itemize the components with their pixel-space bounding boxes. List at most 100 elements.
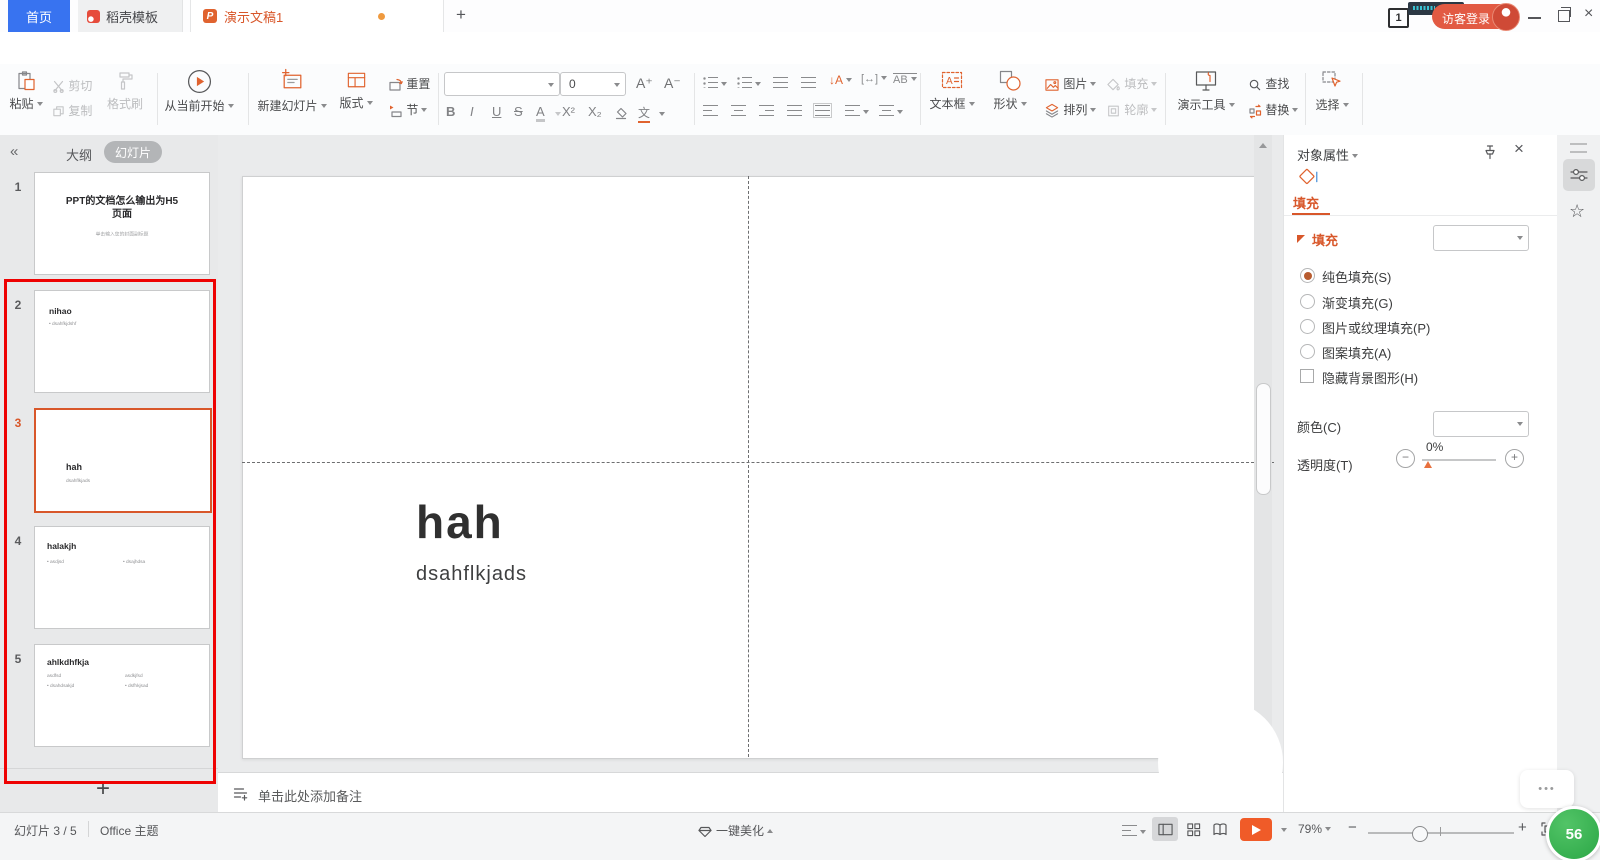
more-actions-card[interactable]: •••	[1520, 770, 1574, 808]
strikethrough-button[interactable]: S	[514, 104, 523, 119]
section-expand-icon[interactable]	[1297, 235, 1305, 243]
template-tab[interactable]: 稻壳模板	[78, 0, 183, 32]
copy-button[interactable]: 复制	[52, 102, 92, 119]
collapse-panel-button[interactable]: «	[10, 143, 18, 160]
panel-tab-fill[interactable]: 填充	[1293, 193, 1319, 212]
radio-gradient-fill[interactable]	[1300, 294, 1315, 309]
bold-button[interactable]: B	[446, 104, 455, 119]
zoom-in-button[interactable]: +	[1518, 819, 1527, 836]
find-button[interactable]: 查找	[1248, 75, 1289, 92]
decrease-indent-button[interactable]	[773, 75, 788, 93]
play-options-caret[interactable]	[1281, 828, 1287, 832]
slide-thumbnail-5[interactable]: ahlkdhfkja asdfsd • dsahdsakjd asdkjfsd …	[34, 644, 210, 747]
canvas-scrollbar-thumb[interactable]	[1256, 383, 1271, 495]
close-panel-icon[interactable]: ×	[1514, 139, 1524, 159]
layout-button[interactable]: 版式	[332, 70, 380, 111]
slide-title-text[interactable]: hah	[416, 495, 504, 549]
normal-view-button[interactable]	[1152, 817, 1178, 841]
align-right-button[interactable]	[759, 103, 774, 121]
slideshow-play-button[interactable]	[1240, 818, 1272, 841]
justify-button[interactable]	[787, 103, 802, 121]
fill-section-label[interactable]: 填充	[1312, 230, 1338, 249]
radio-solid-fill[interactable]	[1300, 268, 1315, 283]
subscript-button[interactable]: X₂	[588, 104, 602, 119]
distribute-button[interactable]	[815, 103, 830, 121]
transparency-slider-track[interactable]	[1422, 459, 1496, 461]
radio-picture-fill-label[interactable]: 图片或纹理填充(P)	[1322, 318, 1430, 337]
one-click-beautify-button[interactable]: 一键美化	[698, 822, 773, 839]
properties-dock-button[interactable]	[1563, 159, 1595, 191]
slide-thumbnail-2[interactable]: nihao • dsahfkjdshf	[34, 290, 210, 393]
char-spacing-button[interactable]: [↔]	[861, 73, 887, 85]
theme-name[interactable]: Office 主题	[100, 822, 158, 839]
new-slide-button[interactable]: 新建幻灯片	[252, 68, 332, 114]
slide-thumbnail-4[interactable]: halakjh • asdjsd • dsajhdsa	[34, 526, 210, 629]
smart-beautify-dock-button[interactable]: ☆	[1569, 201, 1585, 222]
clear-format-button[interactable]	[614, 105, 628, 123]
align-left-button[interactable]	[703, 103, 718, 121]
add-slide-button[interactable]: +	[96, 775, 110, 803]
transparency-decrease-button[interactable]: −	[1396, 449, 1415, 468]
notes-bar[interactable]: 单击此处添加备注	[218, 772, 1283, 813]
vertical-align-button[interactable]	[879, 103, 903, 121]
fill-style-select[interactable]	[1433, 225, 1529, 251]
zoom-slider-handle[interactable]	[1412, 826, 1428, 842]
scroll-up-arrow[interactable]	[1259, 143, 1267, 148]
align-center-button[interactable]	[731, 103, 746, 121]
hide-background-label[interactable]: 隐藏背景图形(H)	[1322, 368, 1418, 387]
replace-button[interactable]: 替换	[1248, 101, 1298, 118]
slide-thumbnail-1[interactable]: PPT的文档怎么输出为H5页面 单击输入您的封面副标题	[34, 172, 210, 275]
radio-pattern-fill[interactable]	[1300, 344, 1315, 359]
login-button[interactable]: 访客登录	[1432, 4, 1518, 29]
color-select[interactable]	[1433, 411, 1529, 437]
line-spacing-button[interactable]	[845, 103, 869, 121]
slide-editing-area[interactable]	[242, 176, 1256, 759]
fill-bucket-icon[interactable]	[1296, 165, 1323, 191]
reading-view-button[interactable]	[1212, 822, 1228, 837]
restore-button[interactable]	[1558, 10, 1570, 22]
radio-picture-fill[interactable]	[1300, 319, 1315, 334]
slide-sorter-view-button[interactable]	[1186, 822, 1201, 837]
font-name-select[interactable]	[444, 72, 560, 96]
tab-slides[interactable]: 幻灯片	[104, 141, 162, 163]
horizontal-guide[interactable]	[242, 462, 1274, 463]
presentation-tools-button[interactable]: 演示工具	[1170, 68, 1242, 113]
window-count-badge[interactable]: 1	[1388, 8, 1409, 28]
new-tab-button[interactable]: +	[456, 5, 466, 25]
radio-solid-fill-label[interactable]: 纯色填充(S)	[1322, 267, 1391, 286]
shapes-button[interactable]: 形状	[986, 68, 1034, 112]
tab-outline[interactable]: 大纲	[66, 145, 92, 164]
slide-body-text[interactable]: dsahflkjads	[416, 563, 527, 586]
bullet-list-button[interactable]	[703, 75, 727, 93]
home-tab[interactable]: 首页	[8, 0, 70, 32]
slide-canvas[interactable]: hah dsahflkjads	[218, 135, 1283, 772]
slide-thumbnail-3[interactable]: hah dsahflkjads	[34, 408, 212, 513]
underline-button[interactable]: U	[492, 104, 501, 119]
close-button[interactable]: ×	[1584, 5, 1593, 23]
italic-button[interactable]: I	[470, 104, 474, 119]
picture-button[interactable]: 图片	[1044, 75, 1096, 92]
zoom-slider-track[interactable]	[1368, 832, 1514, 834]
decrease-font-button[interactable]: A⁻	[664, 75, 681, 92]
radio-pattern-fill-label[interactable]: 图案填充(A)	[1322, 343, 1391, 362]
fill-button[interactable]: 填充	[1106, 75, 1157, 92]
transparency-slider-handle[interactable]	[1424, 461, 1432, 468]
vertical-guide[interactable]	[748, 176, 749, 757]
font-size-select[interactable]: 0	[560, 72, 626, 96]
numbered-list-button[interactable]	[737, 75, 761, 93]
zoom-level[interactable]: 79%	[1298, 822, 1331, 836]
cut-button[interactable]: 剪切	[52, 77, 92, 94]
outline-button[interactable]: 轮廓	[1106, 101, 1157, 118]
dock-drag-handle[interactable]	[1570, 143, 1587, 153]
notes-toggle-button[interactable]	[1122, 825, 1146, 839]
increase-font-button[interactable]: A⁺	[636, 75, 653, 92]
play-from-current-button[interactable]: 从当前开始	[162, 68, 236, 114]
format-painter-button[interactable]: 格式刷	[100, 70, 150, 112]
hide-background-checkbox[interactable]	[1300, 369, 1314, 383]
radio-gradient-fill-label[interactable]: 渐变填充(G)	[1322, 293, 1393, 312]
overline-ab-button[interactable]: AB	[893, 73, 917, 86]
document-tab[interactable]: P 演示文稿1	[190, 0, 444, 32]
arrange-button[interactable]: 排列	[1044, 101, 1096, 118]
text-direction-button[interactable]: ↓A	[829, 73, 852, 87]
notification-badge[interactable]: 56	[1546, 806, 1600, 860]
